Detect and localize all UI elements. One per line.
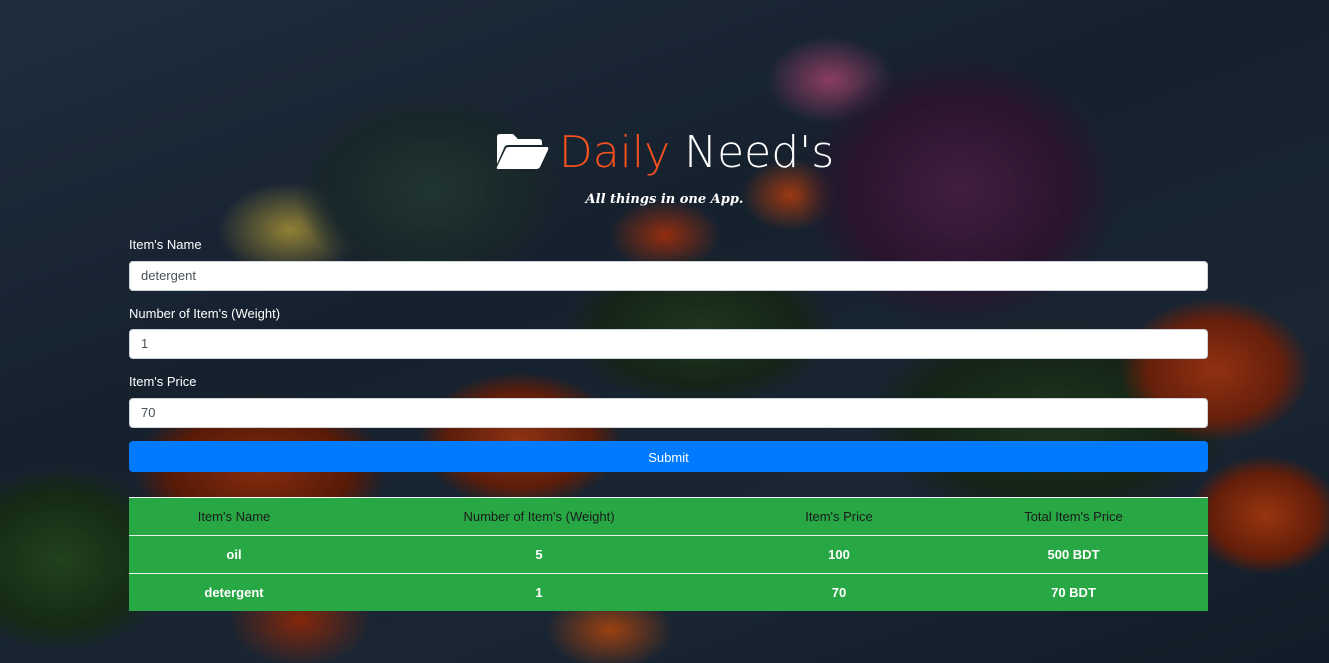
item-price-input[interactable]: 70	[129, 398, 1208, 428]
cell-item-price: 70	[831, 585, 847, 600]
page: Daily Need's All things in one App. Item…	[0, 0, 1329, 663]
header-total-price: Total Item's Price	[939, 497, 1208, 536]
cell-item-name: detergent	[204, 585, 264, 600]
page-subtitle: All things in one App.	[585, 192, 744, 207]
page-title: Daily Need's	[0, 127, 1329, 179]
header-item-name: Item's Name	[129, 497, 339, 536]
item-price-label: Item's Price	[129, 374, 197, 389]
items-table: Item's Name Number of Item's (Weight) It…	[129, 497, 1208, 611]
cell-total-price: 70 BDT	[1051, 585, 1096, 600]
item-weight-label: Number of Item's (Weight)	[129, 306, 281, 321]
item-weight-input[interactable]: 1	[129, 329, 1208, 359]
cell-item-name: oil	[129, 535, 339, 574]
table-row: detergent 1 70 70 BDT	[129, 574, 1208, 612]
item-name-input[interactable]: detergent	[129, 261, 1208, 291]
cell-item-weight: 1	[535, 585, 543, 600]
cell-total-price: 500 BDT	[939, 535, 1208, 574]
table-row: oil 5 100 500 BDT	[129, 535, 1208, 574]
header-item-price: Item's Price	[739, 497, 939, 536]
cell-item-weight: 5	[339, 535, 739, 574]
title-accent: Daily	[558, 127, 671, 178]
table-header-row: Item's Name Number of Item's (Weight) It…	[129, 497, 1208, 536]
header-item-weight: Number of Item's (Weight)	[339, 497, 739, 536]
title-rest: Need's	[670, 127, 835, 178]
cell-item-price: 100	[739, 535, 939, 574]
submit-button[interactable]: Submit	[129, 441, 1208, 472]
open-folder-icon	[496, 134, 549, 169]
item-name-label: Item's Name	[129, 237, 202, 252]
